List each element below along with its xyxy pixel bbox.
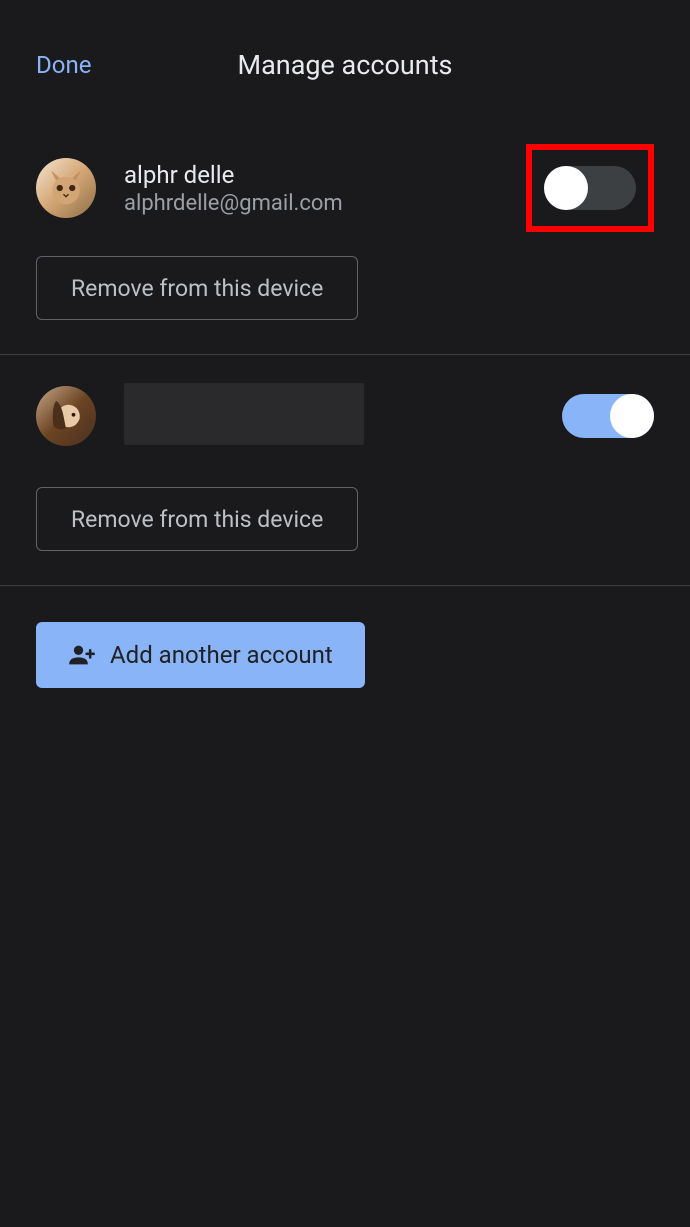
toggle-wrapper [562,394,654,438]
blurred-account-info [124,383,364,445]
add-account-button[interactable]: Add another account [36,622,365,688]
account-section-0: alphr delle alphrdelle@gmail.com Remove … [0,130,690,355]
add-section: Add another account [0,586,690,724]
avatar [36,158,96,218]
page-title: Manage accounts [238,49,453,81]
avatar-icon [41,163,91,213]
done-button[interactable]: Done [36,51,91,79]
remove-button[interactable]: Remove from this device [36,256,358,320]
avatar-icon [41,391,91,441]
highlight-annotation [526,144,654,232]
account-toggle[interactable] [562,394,654,438]
remove-button[interactable]: Remove from this device [36,487,358,551]
toggle-wrapper [526,144,654,232]
header: Done Manage accounts [0,0,690,130]
add-button-label: Add another account [110,641,333,669]
account-row: alphr delle alphrdelle@gmail.com [36,158,654,218]
toggle-knob [610,394,654,438]
toggle-knob [544,166,588,210]
account-toggle[interactable] [544,166,636,210]
avatar [36,386,96,446]
person-add-icon [68,641,96,669]
account-row [36,383,654,449]
account-section-1: Remove from this device [0,355,690,586]
